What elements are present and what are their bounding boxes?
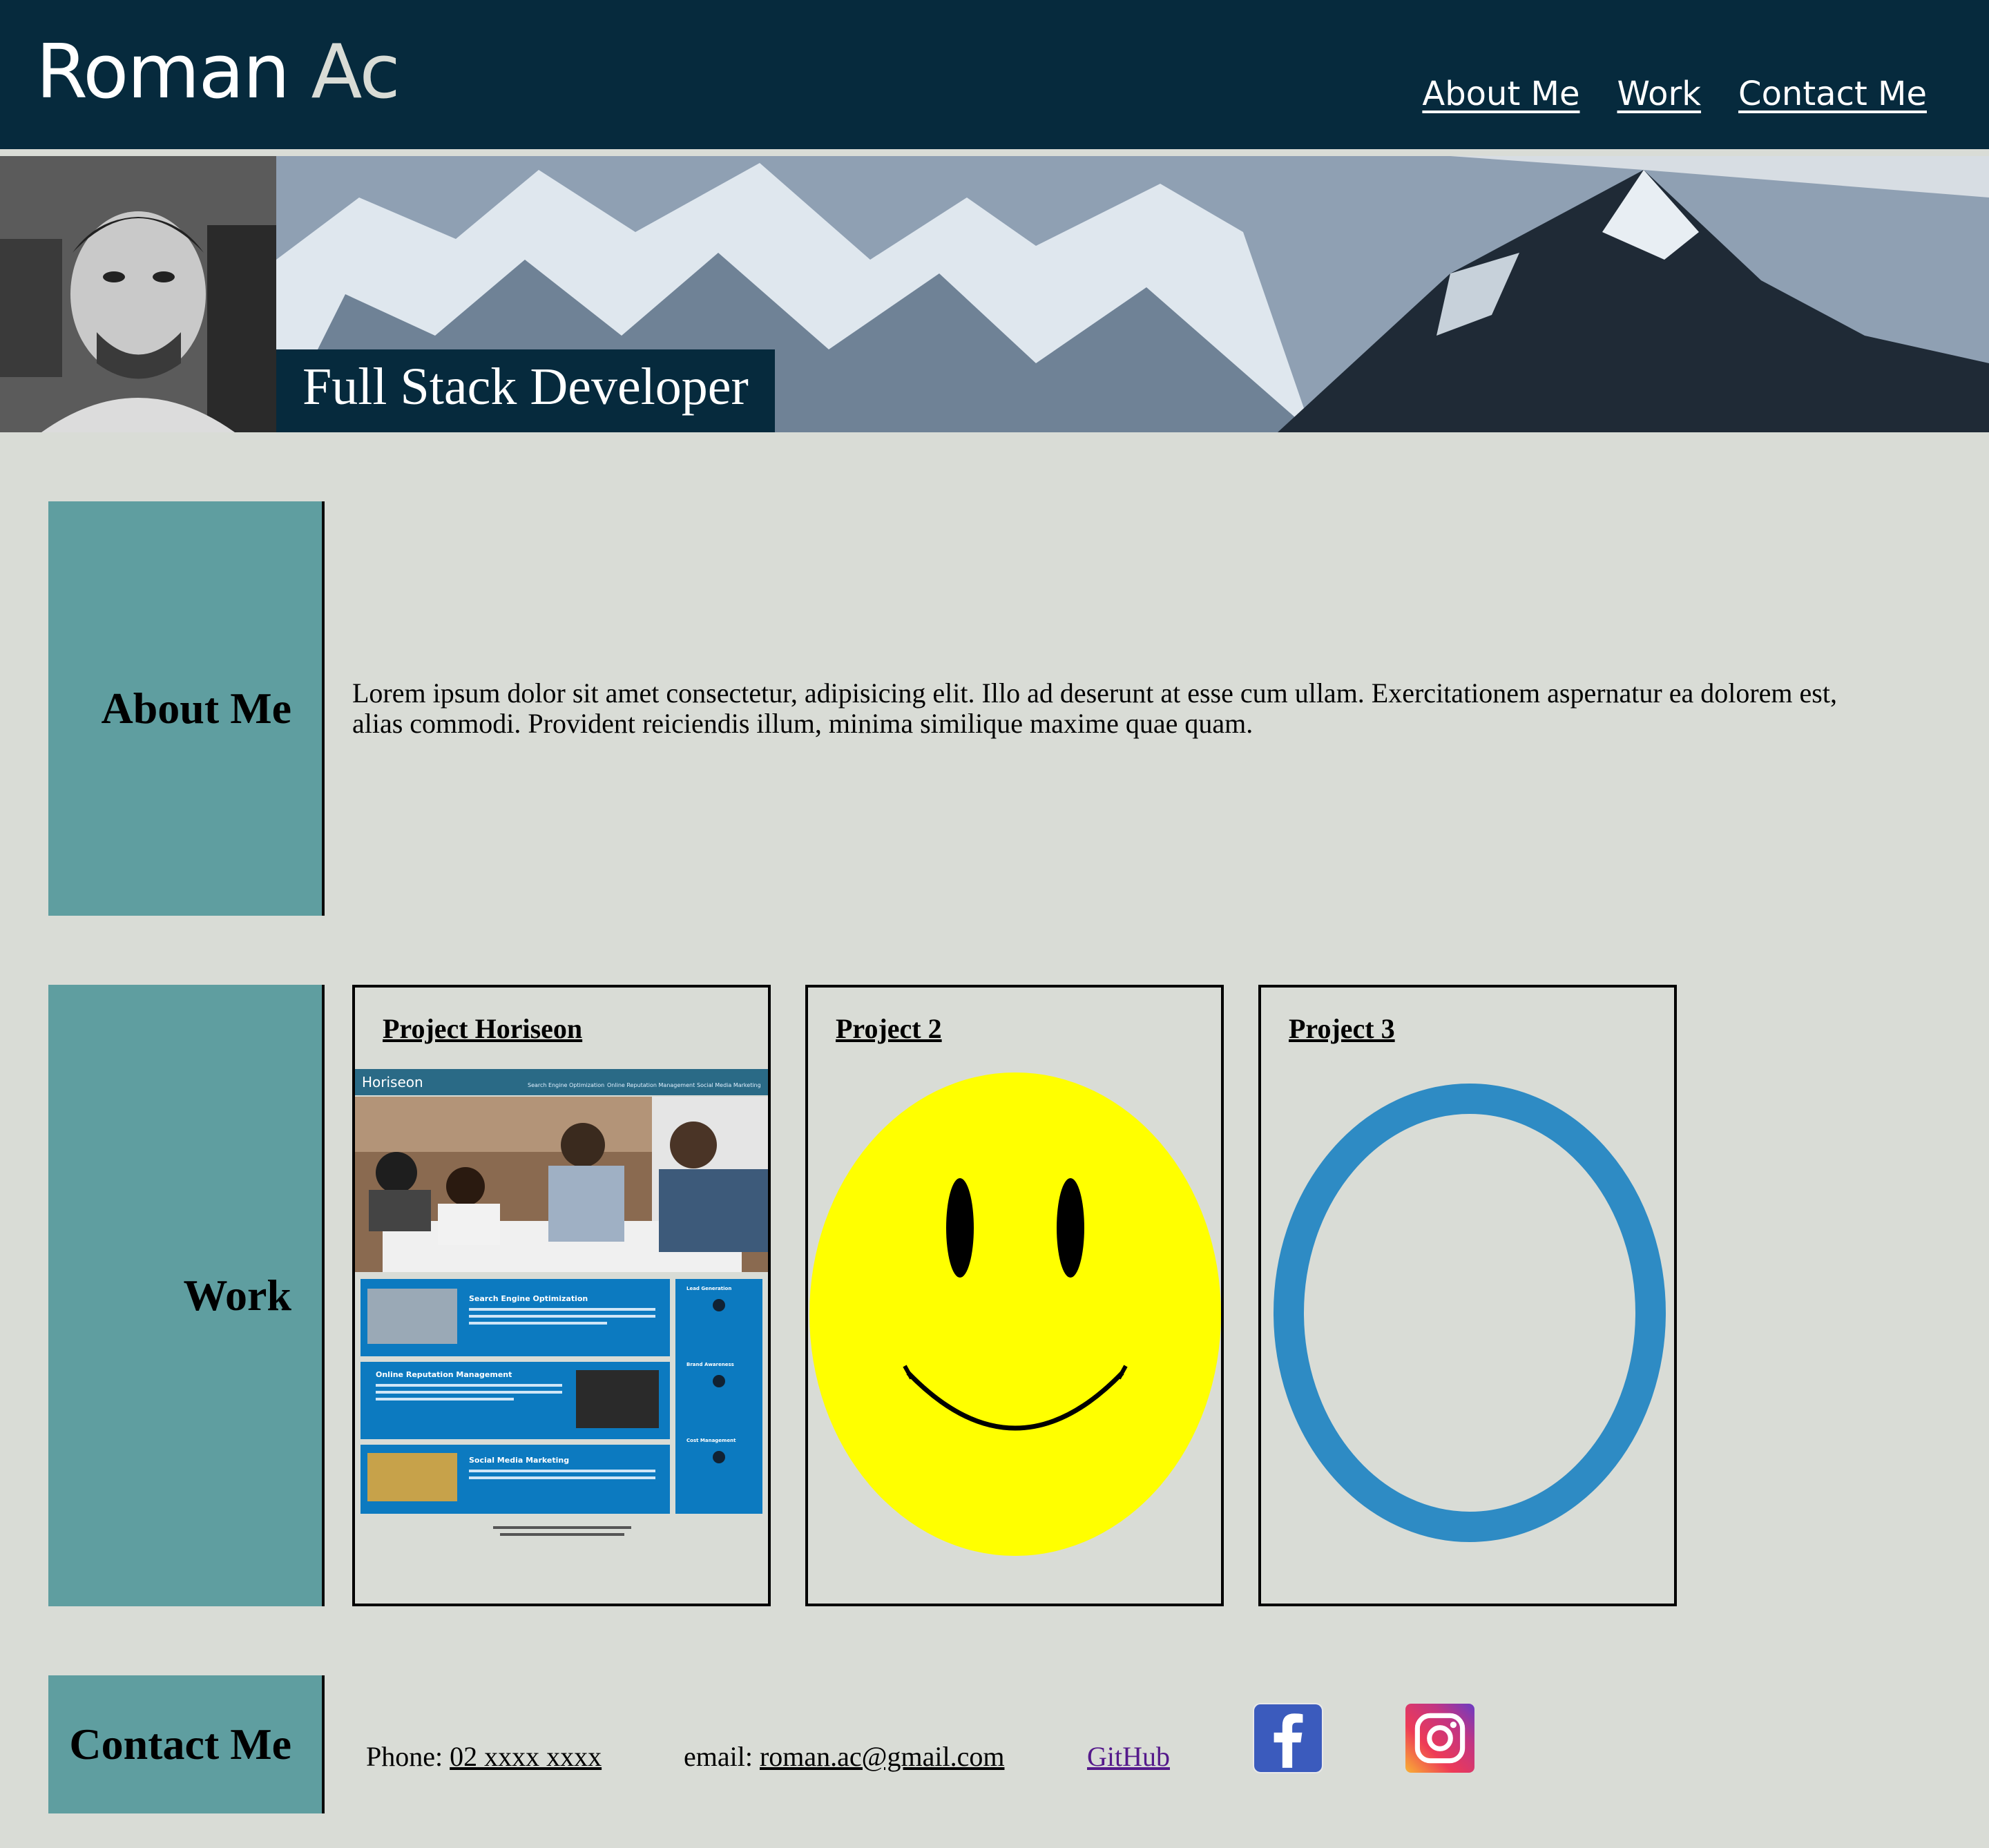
project-title-link[interactable]: Project Horiseon bbox=[383, 1012, 582, 1045]
contact-email: email: roman.ac@gmail.com bbox=[684, 1740, 1004, 1773]
hero-banner: Full Stack Developer bbox=[0, 156, 1989, 432]
horiseon-side-3: Cost Management bbox=[686, 1438, 736, 1443]
nav-link-contact[interactable]: Contact Me bbox=[1738, 75, 1927, 113]
project-title-link[interactable]: Project 3 bbox=[1289, 1012, 1395, 1045]
blue-ring-image bbox=[1274, 1084, 1666, 1542]
horiseon-nav-2: Online Reputation Management bbox=[607, 1082, 695, 1088]
about-heading: About Me bbox=[101, 684, 291, 733]
horiseon-section-3: Social Media Marketing bbox=[469, 1456, 569, 1465]
instagram-icon[interactable] bbox=[1405, 1703, 1475, 1773]
horiseon-section-1: Search Engine Optimization bbox=[469, 1294, 588, 1303]
about-text: Lorem ipsum dolor sit amet consectetur, … bbox=[352, 677, 1837, 739]
work-heading: Work bbox=[183, 1271, 291, 1320]
brand-last-name: Ac bbox=[311, 29, 400, 115]
email-label: email: bbox=[684, 1741, 753, 1772]
project-card-horiseon[interactable]: Project Horiseon Horiseon Search Engine … bbox=[352, 985, 771, 1606]
phone-link[interactable]: 02 xxxx xxxx bbox=[450, 1741, 602, 1772]
facebook-icon[interactable] bbox=[1253, 1703, 1323, 1773]
work-section-label: Work bbox=[48, 985, 325, 1606]
horiseon-nav-1: Search Engine Optimization bbox=[528, 1082, 604, 1088]
project-card-3[interactable]: Project 3 bbox=[1258, 985, 1677, 1606]
site-header: Roman Ac About Me Work Contact Me bbox=[0, 0, 1989, 149]
horiseon-section-2: Online Reputation Management bbox=[376, 1370, 512, 1379]
profile-photo bbox=[0, 156, 276, 432]
phone-label: Phone: bbox=[366, 1741, 443, 1772]
nav-link-work[interactable]: Work bbox=[1617, 75, 1702, 113]
contact-phone: Phone: 02 xxxx xxxx bbox=[366, 1740, 602, 1773]
horiseon-side-2: Brand Awareness bbox=[686, 1362, 734, 1367]
contact-heading: Contact Me bbox=[69, 1720, 291, 1769]
hero-title: Full Stack Developer bbox=[276, 349, 775, 432]
site-brand: Roman Ac bbox=[36, 28, 401, 117]
nav-link-about[interactable]: About Me bbox=[1422, 75, 1579, 113]
project-card-2[interactable]: Project 2 bbox=[805, 985, 1224, 1606]
horiseon-side-1: Lead Generation bbox=[686, 1286, 731, 1291]
horiseon-screenshot: Horiseon Search Engine Optimization Onli… bbox=[355, 1069, 768, 1546]
horiseon-nav-3: Social Media Marketing bbox=[697, 1082, 761, 1088]
main-nav: About Me Work Contact Me bbox=[1422, 75, 1927, 113]
email-link[interactable]: roman.ac@gmail.com bbox=[760, 1741, 1005, 1772]
github-link[interactable]: GitHub bbox=[1087, 1740, 1170, 1773]
about-section-label: About Me bbox=[48, 501, 325, 916]
project-title-link[interactable]: Project 2 bbox=[836, 1012, 942, 1045]
smiley-face-image bbox=[809, 1072, 1221, 1556]
horiseon-logo: Horiseon bbox=[362, 1074, 423, 1090]
contact-section-label: Contact Me bbox=[48, 1675, 325, 1813]
brand-first-name: Roman bbox=[36, 29, 290, 115]
